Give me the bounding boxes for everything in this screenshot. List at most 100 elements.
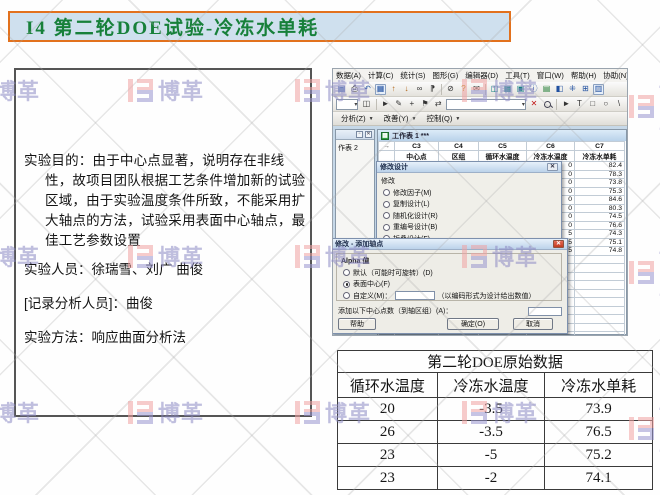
menu-calc[interactable]: 计算(C) (368, 70, 393, 81)
col-name[interactable]: 循环水温度 (479, 151, 527, 162)
brush-icon[interactable]: ✎ (394, 99, 404, 110)
custom-alpha-input[interactable] (395, 291, 435, 300)
graph-window-icon[interactable]: ▣ (515, 84, 526, 95)
menu-help[interactable]: 帮助(H) (571, 70, 596, 81)
add-axial-points-title: 修改 - 添加轴点 (335, 239, 383, 249)
menu-data[interactable]: 数据(A) (336, 70, 361, 81)
radio-renumber-design[interactable]: 重编号设计(B) (383, 222, 561, 232)
menu-tools[interactable]: 工具(T) (505, 70, 530, 81)
doe-table-title-row: 第二轮DOE原始数据 (338, 351, 653, 373)
project-manager-icon[interactable]: ◧ (554, 84, 565, 95)
info-icon[interactable]: ⓘ (528, 84, 539, 95)
col-name[interactable]: 中心点 (395, 151, 439, 162)
save-icon[interactable]: ▤ (336, 84, 347, 95)
radio-modify-factors[interactable]: 修改因子(M) (383, 188, 561, 198)
radio-custom[interactable]: 自定义(M)： （以编码形式为设计给出数值） (343, 291, 561, 301)
toolbar-separator (485, 84, 486, 95)
col-name[interactable]: 冷冻水温度 (527, 151, 575, 162)
swap-icon[interactable]: ⇄ (433, 99, 443, 110)
radio-icon (343, 292, 350, 299)
radio-default-rotatable[interactable]: 默认（可能时可旋转）(D) (343, 268, 561, 278)
col-name[interactable]: 区组 (439, 151, 479, 162)
close-graphs-icon[interactable]: ▥ (593, 84, 604, 95)
col-id[interactable]: C7 (575, 142, 625, 151)
cancel-button[interactable]: 取消 (513, 318, 553, 330)
close-icon[interactable]: ✕ (547, 163, 558, 171)
menu-graph[interactable]: 图形(G) (432, 70, 458, 81)
doe-cell: -2 (437, 467, 545, 490)
find-icon[interactable]: ∞ (414, 84, 425, 95)
ok-button[interactable]: 确定(O) (447, 318, 499, 330)
text-tool-icon[interactable]: T (574, 99, 584, 110)
doe-raw-data-table: 第二轮DOE原始数据 循环水温度 冷冻水温度 冷冻水单耗 20 -3.5 73.… (337, 350, 653, 490)
modify-design-titlebar[interactable]: 修改设计 ✕ (377, 162, 561, 173)
radio-icon (383, 189, 390, 196)
menu-stat[interactable]: 统计(S) (400, 70, 425, 81)
line-tool-icon[interactable]: \ (614, 99, 624, 110)
print-icon[interactable]: ⎙ (349, 84, 360, 95)
col-id[interactable]: C6 (527, 142, 575, 151)
close-icon[interactable]: ✕ (365, 131, 372, 138)
worksheet-corner-arrow-icon[interactable]: → (379, 142, 395, 151)
history-window-icon[interactable]: ▤ (541, 84, 552, 95)
radio-replicate-design[interactable]: 复制设计(L) (383, 199, 561, 209)
add-axial-points-dialog: 修改 - 添加轴点 ✕ Alpha 值 默认（可能时可旋转）(D) 表面中心(F… (332, 238, 568, 334)
radio-face-center[interactable]: 表面中心(F) (343, 279, 561, 289)
menu-assistant[interactable]: 协助(N) (603, 70, 627, 81)
worksheet2-label[interactable]: 作表 2 (336, 140, 374, 156)
quick-menu-improve[interactable]: 改善(Y)▼ (384, 113, 417, 124)
close-icon[interactable]: ✕ (553, 240, 564, 248)
minitab-quick-access-bar: 分析(Z)▼ 改善(Y)▼ 控制(Q)▼ (333, 112, 627, 126)
open-project-icon[interactable]: ✉ (471, 84, 482, 95)
flag-icon[interactable]: ⚑ (420, 99, 430, 110)
doe-table-header-row: 循环水温度 冷冻水温度 冷冻水单耗 (338, 373, 653, 398)
properties-icon[interactable]: ◫ (361, 99, 371, 110)
crosshair-icon[interactable]: + (407, 99, 417, 110)
restore-icon[interactable]: ▫ (356, 131, 363, 138)
ellipse-tool-icon[interactable]: ○ (601, 99, 611, 110)
doe-cell: -5 (437, 444, 545, 467)
move-down-icon[interactable]: ↓ (401, 84, 412, 95)
command-field[interactable]: ▾ (446, 99, 526, 110)
delete-icon[interactable]: ✕ (529, 99, 539, 110)
move-up-icon[interactable]: ↑ (388, 84, 399, 95)
doe-cell: 20 (338, 398, 438, 421)
col-name[interactable]: 冷冻水单耗 (575, 151, 625, 162)
radio-icon (383, 201, 390, 208)
menu-editor[interactable]: 编辑器(D) (465, 70, 498, 81)
col-id[interactable]: C3 (395, 142, 439, 151)
no-entry-icon[interactable]: ⊘ (445, 84, 456, 95)
select-pointer-icon[interactable]: ► (380, 99, 390, 110)
show-graphs-icon[interactable]: ⊞ (580, 84, 591, 95)
center-points-label: 添加以下中心点数（到轴区组）(A)： (338, 306, 452, 316)
select-tool-icon[interactable]: ► (561, 99, 571, 110)
find-next-icon[interactable]: ⁋ (427, 84, 438, 95)
col-id[interactable]: C5 (479, 142, 527, 151)
experiment-recorder-text: [记录分析人员]：曲俊 (24, 292, 306, 312)
doe-header-cell: 循环水温度 (338, 373, 438, 398)
alpha-value-label: Alpha 值 (341, 256, 561, 266)
add-axial-points-titlebar[interactable]: 修改 - 添加轴点 ✕ (332, 239, 567, 250)
data-window-icon[interactable]: ▦ (502, 84, 513, 95)
rectangle-tool-icon[interactable]: □ (588, 99, 598, 110)
help-key-icon[interactable]: ? (458, 84, 469, 95)
doe-header-cell: 冷冻水单耗 (545, 373, 653, 398)
col-id[interactable]: C4 (439, 142, 479, 151)
help-button[interactable]: 帮助 (338, 318, 376, 330)
edit-last-dialog-icon[interactable]: ⁜ (567, 84, 578, 95)
watermark-logo: 博革 (629, 74, 660, 138)
quick-menu-analyze[interactable]: 分析(Z)▼ (341, 113, 374, 124)
minitab-toolbar-edit: ▾ ◫ ► ✎ + ⚑ ⇄ ▾ ✕ ► T □ ○ \ (333, 97, 627, 112)
worksheet1-titlebar[interactable]: ▦ 工作表 1 *** (378, 130, 626, 141)
font-size-dropdown[interactable]: ▾ (336, 99, 358, 110)
quick-menu-control[interactable]: 控制(Q)▼ (426, 113, 460, 124)
doe-table-row: 23 -2 74.1 (338, 467, 653, 490)
zoom-icon[interactable] (542, 99, 552, 110)
slide-title-bar: I4 第二轮DOE试验-冷冻水单耗 (8, 11, 511, 42)
center-points-input[interactable] (528, 307, 562, 316)
undo-icon[interactable]: ↶ (362, 84, 373, 95)
session-window-icon[interactable]: ◫ (489, 84, 500, 95)
menu-window[interactable]: 窗口(W) (537, 70, 564, 81)
worksheet-icon[interactable]: ▦ (375, 84, 386, 95)
radio-randomize-design[interactable]: 随机化设计(R) (383, 211, 561, 221)
